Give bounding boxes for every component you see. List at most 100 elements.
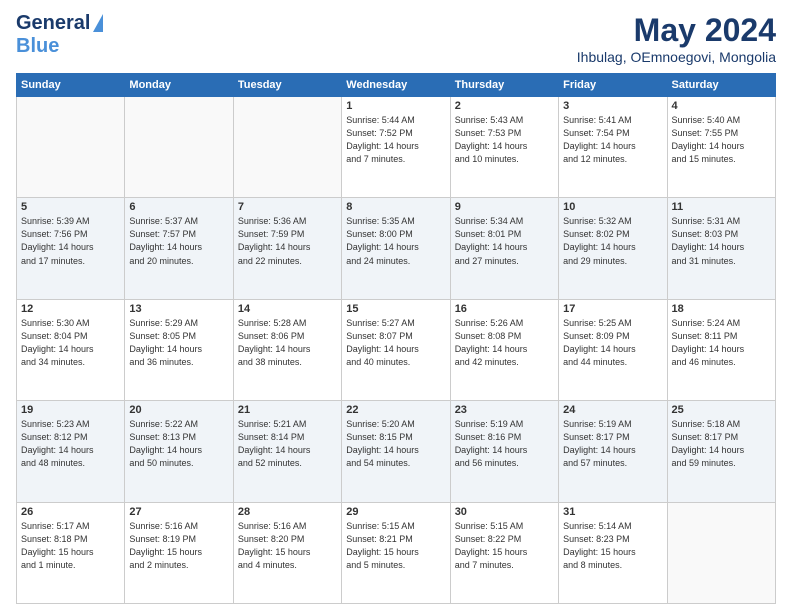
day-info: Sunrise: 5:25 AM Sunset: 8:09 PM Dayligh… [563, 317, 662, 369]
header: General Blue May 2024 Ihbulag, OEmnoegov… [16, 12, 776, 65]
table-row: 13 Sunrise: 5:29 AM Sunset: 8:05 PM Dayli… [125, 299, 233, 400]
day-info: Sunrise: 5:41 AM Sunset: 7:54 PM Dayligh… [563, 114, 662, 166]
day-info: Sunrise: 5:17 AM Sunset: 8:18 PM Dayligh… [21, 520, 120, 572]
day-number: 14 [238, 303, 337, 315]
day-number: 28 [238, 506, 337, 518]
day-number: 2 [455, 100, 554, 112]
table-row: 27 Sunrise: 5:16 AM Sunset: 8:19 PM Dayli… [125, 502, 233, 603]
day-number: 18 [672, 303, 771, 315]
day-number: 31 [563, 506, 662, 518]
calendar-week-row: 5 Sunrise: 5:39 AM Sunset: 7:56 PM Daylig… [17, 198, 776, 299]
day-info: Sunrise: 5:15 AM Sunset: 8:22 PM Dayligh… [455, 520, 554, 572]
calendar-week-row: 19 Sunrise: 5:23 AM Sunset: 8:12 PM Dayli… [17, 401, 776, 502]
day-number: 17 [563, 303, 662, 315]
table-row: 18 Sunrise: 5:24 AM Sunset: 8:11 PM Dayli… [667, 299, 775, 400]
day-number: 13 [129, 303, 228, 315]
table-row: 9 Sunrise: 5:34 AM Sunset: 8:01 PM Daylig… [450, 198, 558, 299]
table-row: 20 Sunrise: 5:22 AM Sunset: 8:13 PM Dayli… [125, 401, 233, 502]
table-row: 19 Sunrise: 5:23 AM Sunset: 8:12 PM Dayli… [17, 401, 125, 502]
day-number: 26 [21, 506, 120, 518]
table-row: 5 Sunrise: 5:39 AM Sunset: 7:56 PM Daylig… [17, 198, 125, 299]
table-row: 22Sunrise: 5:20 AM Sunset: 8:15 PM Dayli… [342, 401, 450, 502]
day-info: Sunrise: 5:35 AM Sunset: 8:00 PM Dayligh… [346, 215, 445, 267]
day-number: 20 [129, 404, 228, 416]
day-number: 3 [563, 100, 662, 112]
table-row: 26 Sunrise: 5:17 AM Sunset: 8:18 PM Dayli… [17, 502, 125, 603]
day-number: 8 [346, 201, 445, 213]
col-saturday: Saturday [667, 74, 775, 97]
col-friday: Friday [559, 74, 667, 97]
table-row: 6 Sunrise: 5:37 AM Sunset: 7:57 PM Daylig… [125, 198, 233, 299]
day-info: Sunrise: 5:29 AM Sunset: 8:05 PM Dayligh… [129, 317, 228, 369]
day-info: Sunrise: 5:36 AM Sunset: 7:59 PM Dayligh… [238, 215, 337, 267]
calendar-week-row: 12Sunrise: 5:30 AM Sunset: 8:04 PM Dayli… [17, 299, 776, 400]
table-row: 24 Sunrise: 5:19 AM Sunset: 8:17 PM Dayli… [559, 401, 667, 502]
table-row: 12Sunrise: 5:30 AM Sunset: 8:04 PM Dayli… [17, 299, 125, 400]
col-wednesday: Wednesday [342, 74, 450, 97]
table-row: 28 Sunrise: 5:16 AM Sunset: 8:20 PM Dayli… [233, 502, 341, 603]
calendar-header-row: Sunday Monday Tuesday Wednesday Thursday… [17, 74, 776, 97]
day-number: 7 [238, 201, 337, 213]
table-row [17, 97, 125, 198]
table-row: 15 Sunrise: 5:27 AM Sunset: 8:07 PM Dayli… [342, 299, 450, 400]
day-info: Sunrise: 5:15 AM Sunset: 8:21 PM Dayligh… [346, 520, 445, 572]
day-number: 21 [238, 404, 337, 416]
table-row: 1Sunrise: 5:44 AM Sunset: 7:52 PM Daylig… [342, 97, 450, 198]
day-info: Sunrise: 5:16 AM Sunset: 8:19 PM Dayligh… [129, 520, 228, 572]
day-number: 24 [563, 404, 662, 416]
table-row: 2 Sunrise: 5:43 AM Sunset: 7:53 PM Daylig… [450, 97, 558, 198]
logo-triangle-icon [93, 14, 103, 32]
day-info: Sunrise: 5:26 AM Sunset: 8:08 PM Dayligh… [455, 317, 554, 369]
day-info: Sunrise: 5:24 AM Sunset: 8:11 PM Dayligh… [672, 317, 771, 369]
table-row: 4Sunrise: 5:40 AM Sunset: 7:55 PM Daylig… [667, 97, 775, 198]
calendar-week-row: 26 Sunrise: 5:17 AM Sunset: 8:18 PM Dayli… [17, 502, 776, 603]
table-row: 17 Sunrise: 5:25 AM Sunset: 8:09 PM Dayli… [559, 299, 667, 400]
title-block: May 2024 Ihbulag, OEmnoegovi, Mongolia [577, 12, 776, 65]
day-info: Sunrise: 5:19 AM Sunset: 8:17 PM Dayligh… [563, 418, 662, 470]
day-number: 6 [129, 201, 228, 213]
day-info: Sunrise: 5:39 AM Sunset: 7:56 PM Dayligh… [21, 215, 120, 267]
col-tuesday: Tuesday [233, 74, 341, 97]
day-number: 9 [455, 201, 554, 213]
day-info: Sunrise: 5:37 AM Sunset: 7:57 PM Dayligh… [129, 215, 228, 267]
table-row: 29 Sunrise: 5:15 AM Sunset: 8:21 PM Dayli… [342, 502, 450, 603]
table-row: 25Sunrise: 5:18 AM Sunset: 8:17 PM Dayli… [667, 401, 775, 502]
col-thursday: Thursday [450, 74, 558, 97]
table-row: 8 Sunrise: 5:35 AM Sunset: 8:00 PM Daylig… [342, 198, 450, 299]
day-info: Sunrise: 5:34 AM Sunset: 8:01 PM Dayligh… [455, 215, 554, 267]
day-info: Sunrise: 5:27 AM Sunset: 8:07 PM Dayligh… [346, 317, 445, 369]
day-info: Sunrise: 5:18 AM Sunset: 8:17 PM Dayligh… [672, 418, 771, 470]
calendar-week-row: 1Sunrise: 5:44 AM Sunset: 7:52 PM Daylig… [17, 97, 776, 198]
day-number: 10 [563, 201, 662, 213]
page: General Blue May 2024 Ihbulag, OEmnoegov… [0, 0, 792, 612]
day-number: 23 [455, 404, 554, 416]
logo-line1: General [16, 12, 103, 35]
table-row: 14Sunrise: 5:28 AM Sunset: 8:06 PM Dayli… [233, 299, 341, 400]
day-number: 29 [346, 506, 445, 518]
day-info: Sunrise: 5:43 AM Sunset: 7:53 PM Dayligh… [455, 114, 554, 166]
table-row: 23 Sunrise: 5:19 AM Sunset: 8:16 PM Dayli… [450, 401, 558, 502]
logo-blue: Blue [16, 35, 59, 57]
day-info: Sunrise: 5:32 AM Sunset: 8:02 PM Dayligh… [563, 215, 662, 267]
day-number: 19 [21, 404, 120, 416]
day-info: Sunrise: 5:16 AM Sunset: 8:20 PM Dayligh… [238, 520, 337, 572]
day-number: 11 [672, 201, 771, 213]
table-row: 16Sunrise: 5:26 AM Sunset: 8:08 PM Dayli… [450, 299, 558, 400]
day-number: 15 [346, 303, 445, 315]
logo: General Blue [16, 12, 103, 58]
day-info: Sunrise: 5:19 AM Sunset: 8:16 PM Dayligh… [455, 418, 554, 470]
table-row: 7 Sunrise: 5:36 AM Sunset: 7:59 PM Daylig… [233, 198, 341, 299]
day-number: 12 [21, 303, 120, 315]
day-info: Sunrise: 5:22 AM Sunset: 8:13 PM Dayligh… [129, 418, 228, 470]
location-subtitle: Ihbulag, OEmnoegovi, Mongolia [577, 49, 776, 65]
table-row: 30Sunrise: 5:15 AM Sunset: 8:22 PM Dayli… [450, 502, 558, 603]
day-number: 27 [129, 506, 228, 518]
day-number: 1 [346, 100, 445, 112]
day-info: Sunrise: 5:20 AM Sunset: 8:15 PM Dayligh… [346, 418, 445, 470]
table-row: 3 Sunrise: 5:41 AM Sunset: 7:54 PM Daylig… [559, 97, 667, 198]
day-info: Sunrise: 5:40 AM Sunset: 7:55 PM Dayligh… [672, 114, 771, 166]
day-number: 5 [21, 201, 120, 213]
day-info: Sunrise: 5:23 AM Sunset: 8:12 PM Dayligh… [21, 418, 120, 470]
table-row: 21Sunrise: 5:21 AM Sunset: 8:14 PM Dayli… [233, 401, 341, 502]
calendar-table: Sunday Monday Tuesday Wednesday Thursday… [16, 73, 776, 604]
